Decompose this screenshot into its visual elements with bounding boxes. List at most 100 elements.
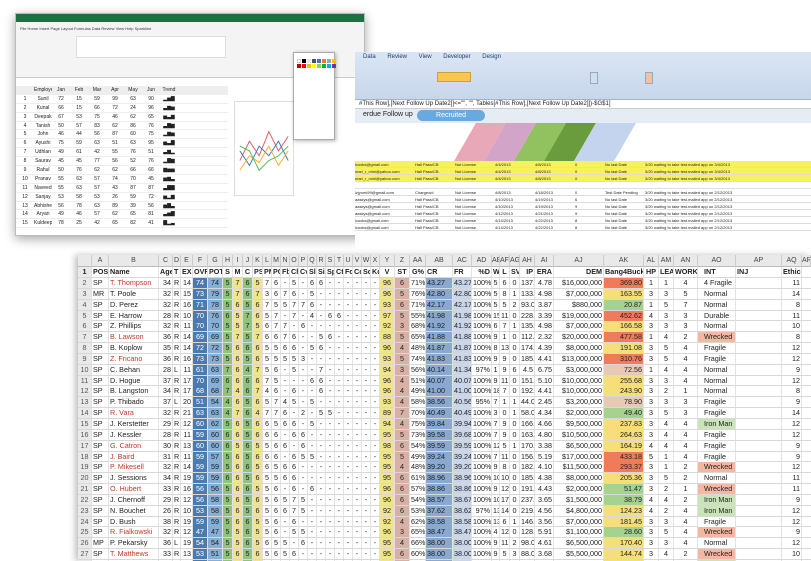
cell[interactable]: 5 bbox=[223, 484, 233, 495]
cell[interactable]: - bbox=[317, 484, 326, 495]
cell[interactable]: 5.91 bbox=[535, 527, 554, 538]
cell[interactable]: 3.65 bbox=[535, 494, 554, 505]
cell[interactable]: 20 bbox=[181, 397, 193, 408]
cell[interactable]: 9 bbox=[782, 451, 802, 462]
cell[interactable]: - bbox=[317, 516, 326, 527]
cell[interactable]: 6 bbox=[253, 310, 263, 321]
cell[interactable]: - bbox=[353, 538, 362, 549]
column-header-AB[interactable]: AB bbox=[426, 255, 453, 267]
table-row[interactable]: 20 SP J. Sessions 34 R 19 59 59 6 6 5 6 5 5 6 6- - - - - - - -… bbox=[78, 473, 811, 485]
cell[interactable] bbox=[736, 353, 782, 364]
table-row[interactable]: 16 SP J. Kessler 28 R 11 59 60 6 6 5 6 6 6-6 6- - - - - - - -… bbox=[78, 429, 811, 441]
cell[interactable]: 8 bbox=[492, 343, 500, 354]
cell[interactable]: 54 bbox=[193, 538, 208, 549]
cell[interactable]: - bbox=[335, 288, 344, 299]
cell[interactable]: 3 bbox=[644, 353, 659, 364]
cell[interactable]: 4 bbox=[395, 386, 410, 397]
cell[interactable]: 6 bbox=[395, 484, 410, 495]
cell[interactable]: SP bbox=[92, 484, 109, 495]
cell[interactable]: 74% bbox=[410, 353, 426, 364]
cell[interactable]: R bbox=[173, 549, 181, 560]
cell[interactable]: 32 bbox=[159, 299, 173, 310]
cell[interactable]: 38.47 bbox=[426, 527, 453, 538]
cell[interactable]: 6 bbox=[243, 484, 253, 495]
cell[interactable]: 6 bbox=[233, 516, 243, 527]
cell[interactable]: 5 bbox=[223, 299, 233, 310]
cell[interactable]: Normal bbox=[698, 299, 736, 310]
cell[interactable]: - bbox=[335, 440, 344, 451]
cell[interactable]: 6 bbox=[233, 429, 243, 440]
cell[interactable]: 7 bbox=[253, 364, 263, 375]
cell[interactable]: 88 bbox=[380, 332, 395, 343]
cell[interactable]: - bbox=[371, 473, 380, 484]
cell[interactable]: 4 bbox=[674, 375, 698, 386]
cell[interactable]: D. Bush bbox=[109, 516, 159, 527]
cell[interactable]: 5 bbox=[243, 473, 253, 484]
cell[interactable]: R bbox=[173, 386, 181, 397]
cell[interactable]: 18 bbox=[78, 451, 92, 462]
cell[interactable]: 100% bbox=[472, 343, 492, 354]
cell[interactable]: 98.0 bbox=[520, 538, 535, 549]
cell[interactable]: 73 bbox=[208, 353, 223, 364]
cell[interactable]: - bbox=[299, 462, 308, 473]
cell[interactable]: 5 bbox=[500, 440, 510, 451]
cell[interactable]: - bbox=[371, 310, 380, 321]
cell[interactable]: 0 bbox=[500, 408, 510, 419]
cell[interactable]: R. Fialkowski bbox=[109, 527, 159, 538]
cell[interactable]: - bbox=[281, 310, 290, 321]
cell[interactable]: 205.36 bbox=[604, 473, 644, 484]
table-row[interactable]: 26 MP P. Pekarsky 36 L 19 54 54 5 5 6 5 6 5 5-6- - - - - - -… bbox=[78, 538, 811, 550]
cell[interactable]: - bbox=[353, 364, 362, 375]
cell[interactable]: 6 bbox=[243, 343, 253, 354]
cell[interactable]: 3 bbox=[299, 353, 308, 364]
cell[interactable]: 6 bbox=[272, 364, 281, 375]
cell[interactable]: 49% bbox=[410, 386, 426, 397]
cell[interactable]: 65% bbox=[410, 527, 426, 538]
cell[interactable]: - bbox=[371, 527, 380, 538]
column-header-AC[interactable]: AC bbox=[453, 255, 472, 267]
cell[interactable]: - bbox=[308, 364, 317, 375]
cell[interactable]: SP bbox=[92, 418, 109, 429]
column-header-B[interactable]: B bbox=[109, 255, 159, 267]
cell[interactable]: - bbox=[371, 375, 380, 386]
cell[interactable]: Fragile bbox=[698, 408, 736, 419]
cell[interactable]: 5 bbox=[243, 451, 253, 462]
cell[interactable]: 92 bbox=[380, 505, 395, 516]
cell[interactable]: 42.17 bbox=[426, 299, 453, 310]
cell[interactable]: - bbox=[281, 527, 290, 538]
cell[interactable]: 15 bbox=[78, 418, 92, 429]
cell[interactable]: 70% bbox=[410, 408, 426, 419]
cell[interactable]: R bbox=[173, 408, 181, 419]
cell[interactable]: 4.98 bbox=[535, 288, 554, 299]
cell[interactable]: 31 bbox=[159, 451, 173, 462]
table-row[interactable]: 9 SP Z. Fricano 36 R 16 73 73 5 6 5 6 5 5 5 5 3- - - - - - - -9… bbox=[78, 353, 811, 365]
cell[interactable]: 4 bbox=[674, 516, 698, 527]
cell[interactable]: - bbox=[344, 484, 353, 495]
cell[interactable]: Iron Man bbox=[698, 505, 736, 516]
cell[interactable]: 4 bbox=[659, 494, 674, 505]
cell[interactable]: 6 bbox=[510, 364, 520, 375]
cell[interactable]: 4.43 bbox=[535, 484, 554, 495]
cell[interactable]: 4 bbox=[492, 527, 500, 538]
cell[interactable]: 13 bbox=[181, 549, 193, 560]
cell[interactable]: 38.00 bbox=[453, 538, 472, 549]
cell[interactable]: 14 bbox=[782, 288, 802, 299]
cell[interactable]: 6 bbox=[243, 440, 253, 451]
cell[interactable]: 55% bbox=[410, 310, 426, 321]
cell[interactable]: Wrecked bbox=[698, 332, 736, 343]
cell[interactable]: 6 bbox=[272, 332, 281, 343]
cell[interactable]: 5 bbox=[263, 397, 272, 408]
cell[interactable]: 4 bbox=[395, 343, 410, 354]
cell[interactable]: 58 bbox=[208, 494, 223, 505]
cell[interactable]: 100% bbox=[472, 494, 492, 505]
cell[interactable]: - bbox=[344, 321, 353, 332]
cell[interactable]: 5 bbox=[644, 451, 659, 462]
column-header-AN[interactable]: AN bbox=[674, 255, 698, 267]
cell[interactable]: - bbox=[299, 332, 308, 343]
cell[interactable]: - bbox=[326, 288, 335, 299]
cell[interactable]: 112.1 bbox=[520, 332, 535, 343]
table-row[interactable]: 3 MR T. Poole 32 R 15 73 79 5 7 6 7 3 6 7 6-5- - - - - - -96 5… bbox=[78, 288, 811, 300]
cell[interactable]: 5.19 bbox=[535, 451, 554, 462]
cell[interactable]: SP bbox=[92, 451, 109, 462]
cell[interactable]: SP bbox=[92, 505, 109, 516]
